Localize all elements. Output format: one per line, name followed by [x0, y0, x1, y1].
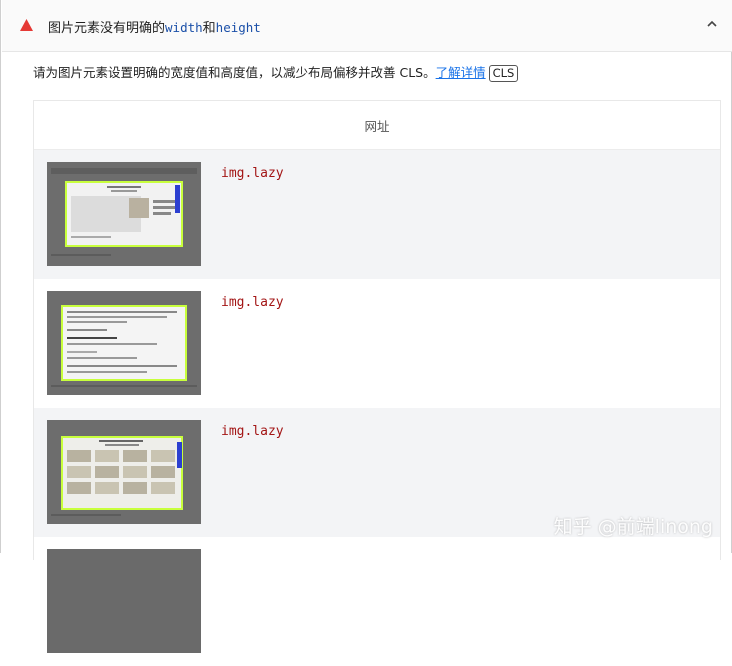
table-row: [34, 537, 720, 666]
element-screenshot-thumbnail: [47, 162, 201, 266]
audit-panel: 图片元素没有明确的width和height 请为图片元素设置明确的宽度值和高度值…: [0, 0, 732, 653]
description-text: 请为图片元素设置明确的宽度值和高度值，以减少布局偏移并改善 CLS。: [33, 65, 436, 80]
element-screenshot-thumbnail: [47, 420, 201, 524]
table-row: img.lazy: [34, 279, 720, 408]
element-screenshot-thumbnail: [47, 291, 201, 395]
table-row: img.lazy: [34, 150, 720, 279]
audit-title: 图片元素没有明确的width和height: [48, 17, 261, 36]
chevron-up-icon[interactable]: [706, 19, 718, 29]
audit-title-text: 图片元素没有明确的: [48, 21, 166, 36]
node-selector: img.lazy: [221, 295, 284, 310]
cls-badge: CLS: [488, 65, 519, 82]
audit-title-and: 和: [202, 21, 216, 36]
watermark: 知乎 @前端linong: [553, 516, 713, 538]
audit-description: 请为图片元素设置明确的宽度值和高度值，以减少布局偏移并改善 CLS。了解详情 CL…: [33, 62, 519, 82]
node-selector: img.lazy: [221, 166, 284, 181]
column-header-url: 网址: [34, 101, 720, 150]
details-table: 网址 img.lazy img.lazy img.lazy: [33, 100, 721, 653]
audit-header[interactable]: 图片元素没有明确的width和height: [2, 0, 732, 52]
learn-more-link[interactable]: 了解详情: [436, 65, 486, 80]
element-screenshot-thumbnail: [47, 549, 201, 653]
audit-title-code-height: height: [215, 20, 261, 35]
node-selector: img.lazy: [221, 424, 284, 439]
warning-triangle-icon: [20, 19, 33, 31]
audit-title-code-width: width: [165, 20, 203, 35]
